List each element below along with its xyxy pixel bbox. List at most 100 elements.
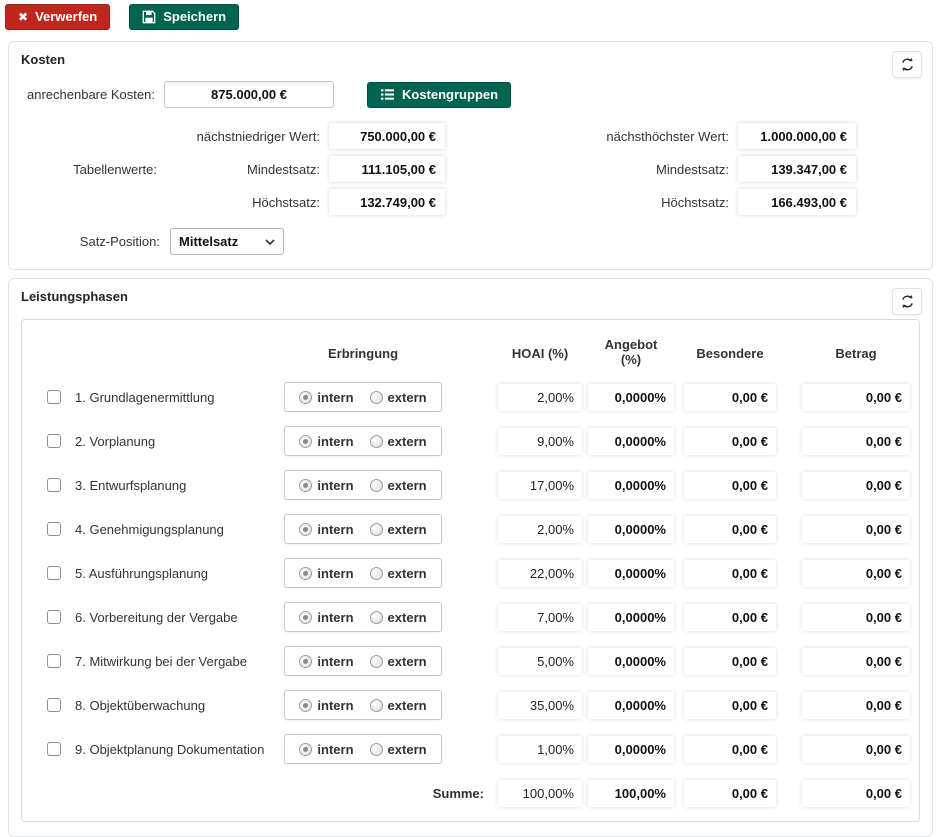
intern-radio[interactable]: intern [299, 522, 353, 537]
mindestsatz-left-label: Mindestsatz: [166, 162, 324, 177]
angebot-percent-input[interactable] [588, 560, 674, 587]
hoechstsatz-left-label: Höchstsatz: [166, 195, 324, 210]
angebot-percent-input[interactable] [588, 384, 674, 411]
radio-icon [299, 743, 312, 756]
extern-radio[interactable]: extern [370, 434, 427, 449]
besondere-input[interactable] [684, 692, 776, 719]
summe-besondere-value: 0,00 € [684, 780, 776, 807]
discard-button[interactable]: ✖ Verwerfen [5, 4, 110, 30]
anrechenbare-kosten-input[interactable] [164, 81, 334, 108]
intern-label: intern [317, 654, 353, 669]
extern-label: extern [388, 610, 427, 625]
discard-button-label: Verwerfen [35, 9, 97, 25]
anrechenbare-kosten-label: anrechenbare Kosten: [27, 87, 164, 102]
intern-label: intern [317, 522, 353, 537]
intern-radio[interactable]: intern [299, 390, 353, 405]
intern-radio[interactable]: intern [299, 478, 353, 493]
intern-radio[interactable]: intern [299, 698, 353, 713]
extern-radio[interactable]: extern [370, 610, 427, 625]
satz-position-select[interactable]: Mittelsatz [170, 228, 284, 255]
save-icon [142, 10, 156, 24]
hoechstsatz-right-value: 166.493,00 € [738, 189, 856, 215]
besondere-input[interactable] [684, 516, 776, 543]
hoai-percent-field: 2,00% [498, 384, 582, 411]
erbringung-group: intern extern [284, 382, 442, 412]
hoechstsatz-left-value: 132.749,00 € [329, 189, 445, 215]
phase-checkbox[interactable] [47, 478, 61, 492]
phase-checkbox[interactable] [47, 566, 61, 580]
phase-checkbox[interactable] [47, 390, 61, 404]
angebot-percent-input[interactable] [588, 428, 674, 455]
angebot-percent-input[interactable] [588, 736, 674, 763]
intern-radio[interactable]: intern [299, 610, 353, 625]
naechsthoechster-wert-value: 1.000.000,00 € [738, 123, 856, 149]
phase-checkbox[interactable] [47, 742, 61, 756]
save-button[interactable]: Speichern [129, 4, 239, 30]
besondere-input[interactable] [684, 472, 776, 499]
naechstniedriger-wert-label: nächstniedriger Wert: [166, 129, 324, 144]
besondere-input[interactable] [684, 736, 776, 763]
extern-radio[interactable]: extern [370, 698, 427, 713]
intern-label: intern [317, 566, 353, 581]
phase-checkbox[interactable] [47, 698, 61, 712]
besondere-input[interactable] [684, 384, 776, 411]
intern-radio[interactable]: intern [299, 742, 353, 757]
hoai-percent-field: 7,00% [498, 604, 582, 631]
leistungsphasen-panel-title: Leistungsphasen [21, 289, 920, 304]
phase-row: 6. Vorbereitung der Vergabe intern exter… [31, 602, 910, 632]
kostengruppen-button[interactable]: Kostengruppen [367, 82, 511, 108]
naechsthoechster-wert-label: nächsthöchster Wert: [450, 129, 733, 144]
extern-label: extern [388, 742, 427, 757]
extern-radio[interactable]: extern [370, 478, 427, 493]
phase-row: 3. Entwurfsplanung intern extern 17,00% … [31, 470, 910, 500]
phase-label: 5. Ausführungsplanung [69, 566, 274, 581]
extern-radio[interactable]: extern [370, 742, 427, 757]
chevron-down-icon [265, 239, 275, 245]
mindestsatz-left-value: 111.105,00 € [329, 156, 445, 182]
hoai-percent-field: 5,00% [498, 648, 582, 675]
angebot-percent-input[interactable] [588, 604, 674, 631]
besondere-input[interactable] [684, 648, 776, 675]
phase-checkbox[interactable] [47, 434, 61, 448]
leistungsphasen-panel: Leistungsphasen Erbringung HOAI (%) Ange… [8, 278, 933, 837]
angebot-percent-input[interactable] [588, 692, 674, 719]
intern-radio[interactable]: intern [299, 434, 353, 449]
summe-label: Summe: [39, 786, 498, 801]
phase-rows: 1. Grundlagenermittlung intern extern 2,… [31, 382, 910, 764]
extern-radio[interactable]: extern [370, 522, 427, 537]
refresh-icon [900, 294, 915, 309]
phase-checkbox[interactable] [47, 654, 61, 668]
phase-label: 3. Entwurfsplanung [69, 478, 274, 493]
x-icon: ✖ [18, 11, 28, 23]
angebot-percent-input[interactable] [588, 516, 674, 543]
phase-row: 9. Objektplanung Dokumentation intern ex… [31, 734, 910, 764]
extern-radio[interactable]: extern [370, 566, 427, 581]
besondere-input[interactable] [684, 604, 776, 631]
phase-checkbox[interactable] [47, 610, 61, 624]
hoai-percent-field: 2,00% [498, 516, 582, 543]
kosten-refresh-button[interactable] [892, 51, 922, 78]
intern-radio[interactable]: intern [299, 566, 353, 581]
intern-label: intern [317, 610, 353, 625]
erbringung-group: intern extern [284, 426, 442, 456]
satz-position-value: Mittelsatz [179, 234, 238, 249]
radio-icon [370, 567, 383, 580]
extern-radio[interactable]: extern [370, 654, 427, 669]
satz-position-row: Satz-Position: Mittelsatz [21, 228, 920, 255]
mindestsatz-right-value: 139.347,00 € [738, 156, 856, 182]
intern-label: intern [317, 390, 353, 405]
besondere-input[interactable] [684, 428, 776, 455]
angebot-percent-input[interactable] [588, 648, 674, 675]
radio-icon [299, 699, 312, 712]
phase-checkbox[interactable] [47, 522, 61, 536]
extern-radio[interactable]: extern [370, 390, 427, 405]
hoai-percent-field: 1,00% [498, 736, 582, 763]
leistungsphasen-refresh-button[interactable] [892, 288, 922, 315]
erbringung-group: intern extern [284, 470, 442, 500]
intern-label: intern [317, 698, 353, 713]
besondere-input[interactable] [684, 560, 776, 587]
radio-icon [299, 391, 312, 404]
list-icon [380, 88, 395, 101]
intern-radio[interactable]: intern [299, 654, 353, 669]
angebot-percent-input[interactable] [588, 472, 674, 499]
